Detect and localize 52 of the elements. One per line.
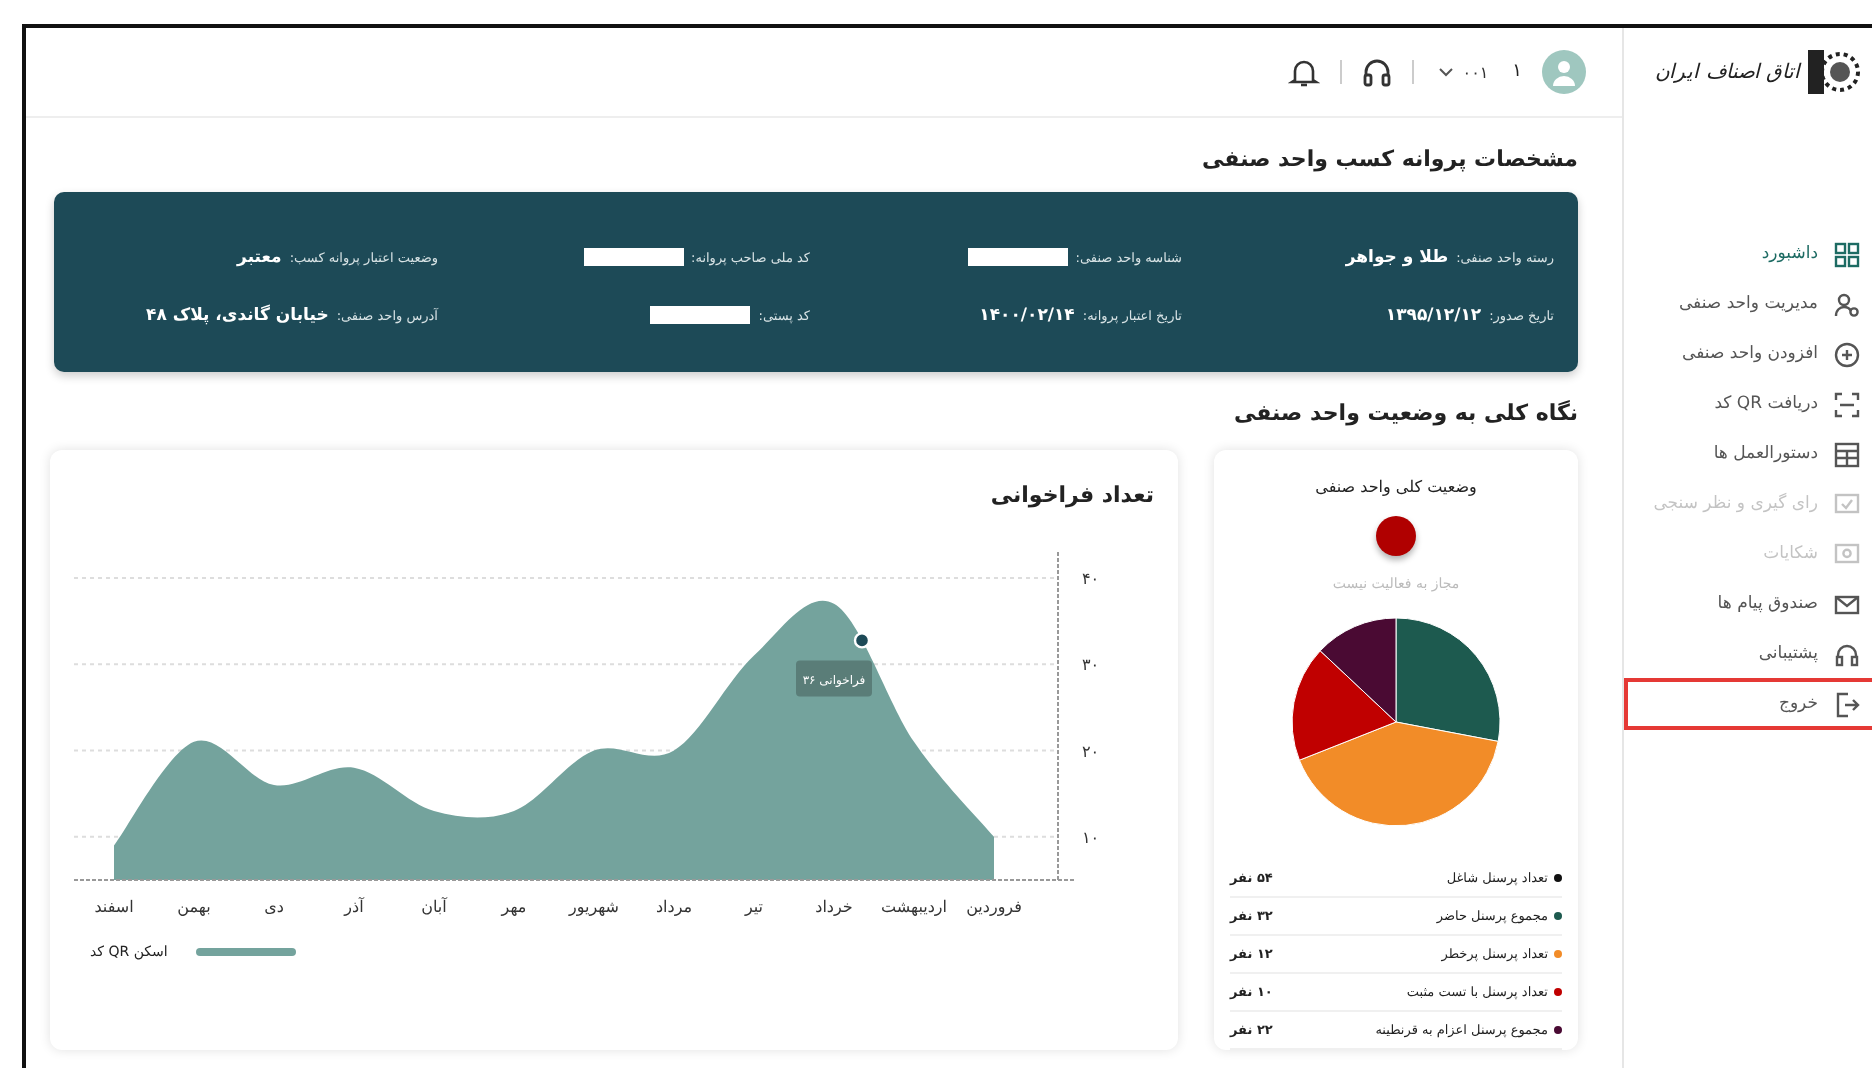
headset-icon [1834,641,1860,667]
grid-icon [1834,441,1860,467]
y-tick-label: ۳۰ [1082,656,1100,675]
logout-icon [1834,691,1860,717]
x-tick-label: دی [264,898,284,916]
sidebar-item[interactable]: صندوق پیام ها [1626,582,1872,626]
x-tick-label: بهمن [177,898,211,916]
logo-text: اتاق اصناف ایران [1655,60,1800,84]
y-tick-label: ۲۰ [1082,742,1100,761]
sidebar-item[interactable]: پشتیبانی [1626,632,1872,676]
chat-box-icon [1834,541,1860,567]
card-title: وضعیت کلی واحد صنفی [1315,478,1477,496]
sidebar-item[interactable]: داشبورد [1626,232,1872,276]
x-tick-label: تیر [744,898,764,916]
field-value: طلا و جواهر [1345,247,1449,267]
sidebar-item[interactable]: مدیریت واحد صنفی [1626,282,1872,326]
x-tick-label: شهریور [568,898,620,916]
x-tick-label: آبان [421,898,447,916]
x-tick-label: آذر [344,898,364,916]
card-title: تعداد فراخوانی [988,482,1154,508]
bell-icon[interactable] [1288,56,1321,88]
x-tick-label: مهر [501,898,527,916]
y-tick-label: ۱۰ [1082,828,1100,847]
envelope-icon [1834,591,1860,617]
caret-icon [1438,66,1455,78]
section-title: نگاه کلی به وضعیت واحد صنفی [1232,400,1578,426]
page-title: مشخصات پروانه کسب واحد صنفی [1200,146,1578,172]
field-value: ۱۳۹۵/۱۲/۱۲ [1385,305,1482,325]
sidebar-item[interactable]: دستورالعمل ها [1626,432,1872,476]
x-tick-label: فروردین [966,898,1022,916]
x-tick-label: مرداد [655,898,693,916]
x-tick-label: اردیبهشت [881,898,947,916]
plus-circle-icon [1834,341,1860,367]
y-tick-label: ۴۰ [1082,569,1100,588]
sidebar-item[interactable]: دریافت QR کد [1626,382,1872,426]
data-point-marker [853,632,871,649]
qr-scan-icon [1834,391,1860,417]
logo-icon [1808,50,1860,94]
field-value: ۱۴۰۰/۰۲/۱۴ [979,305,1075,325]
sidebar-item[interactable]: افزودن واحد صنفی [1626,332,1872,376]
tooltip-background [796,660,872,697]
field-value: معتبر [237,247,282,267]
sidebar-item[interactable]: خروج [1628,682,1872,726]
user-gear-icon [1834,291,1860,317]
account-dropdown[interactable]: ۰۰۱ [1434,59,1493,85]
headset-icon[interactable] [1362,57,1393,87]
x-tick-label: خرداد [815,898,853,916]
dashboard-icon [1834,241,1860,267]
chat-check-icon [1834,491,1860,517]
field-value: خیابان گاندی، پلاک ۴۸ [146,305,329,325]
user-number: ۱ [1512,62,1522,82]
x-tick-label: اسفند [94,898,134,916]
